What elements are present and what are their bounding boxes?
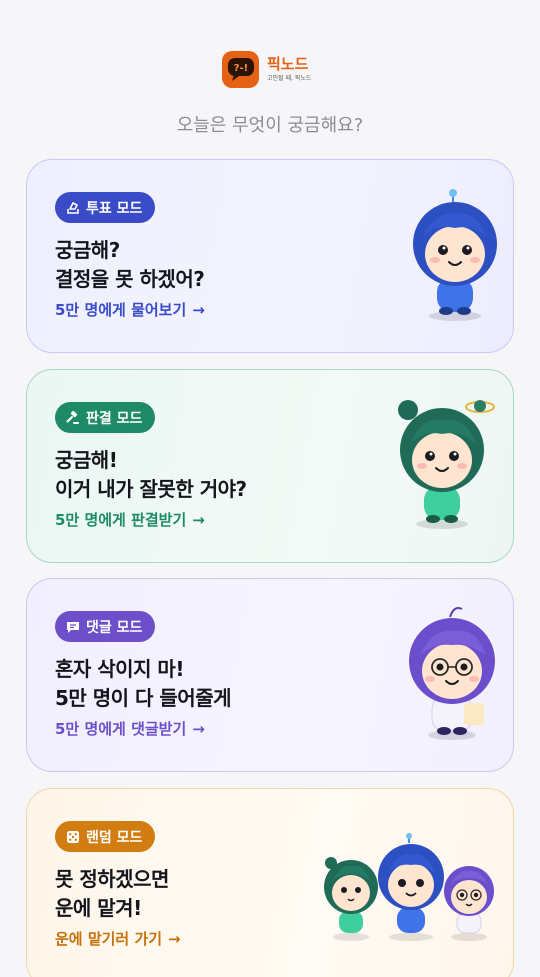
judge-headline-line2: 이거 내가 잘못한 거야? [55,477,247,501]
purple-mascot-illustration [409,607,495,740]
arrow-right-icon: → [192,510,205,529]
comment-mode-card[interactable]: 댓글 모드 혼자 삭이지 마! 5만 명이 다 들어줄게 5만 명에게 댓글받기… [26,578,514,772]
random-mode-card[interactable]: 랜덤 모드 못 정하겠으면 운에 맡겨! 운에 맡기러 가기 → [26,788,514,977]
comment-cta-link[interactable]: 5만 명에게 댓글받기 → [55,718,205,739]
logo-title: 픽노드 [267,54,309,73]
vote-headline-line2: 결정을 못 하겠어? [55,267,205,291]
logo-subtitle: 고민될 때, 픽노드 [267,74,312,82]
ballot-box-icon [67,201,79,214]
comment-mode-label: 댓글 모드 [86,619,143,636]
vote-cta-label: 5만 명에게 물어보기 [55,301,187,319]
chat-bubble-icon [67,621,79,633]
green-mascot-illustration [398,400,495,529]
judge-mode-label: 판결 모드 [86,410,143,427]
logo-mark: ?-! [222,50,259,88]
page-question: 오늘은 무엇이 궁금해요? [176,115,364,136]
arrow-right-icon: → [192,300,205,319]
random-mode-label: 랜덤 모드 [86,829,143,846]
vote-mode-badge: 투표 모드 [55,192,156,223]
comment-mode-badge: 댓글 모드 [55,611,156,642]
vote-headline-line1: 궁금해? [55,238,120,262]
judge-cta-label: 5만 명에게 판결받기 [55,511,187,529]
comment-headline: 혼자 삭이지 마! 5만 명이 다 들어줄게 [55,655,232,713]
random-headline: 못 정하겠으면 운에 맡겨! [55,865,169,923]
random-headline-line1: 못 정하겠으면 [55,867,169,891]
judge-mode-badge: 판결 모드 [55,402,156,433]
random-headline-line2: 운에 맡겨! [55,896,142,920]
judge-headline-line1: 궁금해! [55,448,118,472]
random-cta-label: 운에 맡기러 가기 [55,930,163,948]
judge-mode-card[interactable]: 판결 모드 궁금해! 이거 내가 잘못한 거야? 5만 명에게 판결받기 → [26,369,514,563]
random-cta-link[interactable]: 운에 맡기러 가기 → [55,928,181,949]
vote-mode-label: 투표 모드 [86,200,143,217]
vote-headline: 궁금해? 결정을 못 하겠어? [55,236,205,294]
gavel-icon [66,410,79,424]
arrow-right-icon: → [168,929,181,948]
comment-headline-line2: 5만 명이 다 들어줄게 [55,686,232,710]
judge-cta-link[interactable]: 5만 명에게 판결받기 → [55,509,205,530]
random-mode-badge: 랜덤 모드 [55,821,156,852]
vote-cta-link[interactable]: 5만 명에게 물어보기 → [55,299,205,320]
vote-mode-card[interactable]: 투표 모드 궁금해? 결정을 못 하겠어? 5만 명에게 물어보기 → [26,159,514,353]
app-logo: ?-! 픽노드 고민될 때, 픽노드 [222,50,311,88]
mascot-group-illustration [324,833,494,941]
dice-icon [67,830,79,843]
arrow-right-icon: → [192,719,205,738]
blue-mascot-illustration [413,189,497,321]
comment-cta-label: 5만 명에게 댓글받기 [55,720,187,738]
comment-headline-line1: 혼자 삭이지 마! [55,657,184,681]
judge-headline: 궁금해! 이거 내가 잘못한 거야? [55,446,247,504]
svg-text:?-!: ?-! [233,63,248,74]
